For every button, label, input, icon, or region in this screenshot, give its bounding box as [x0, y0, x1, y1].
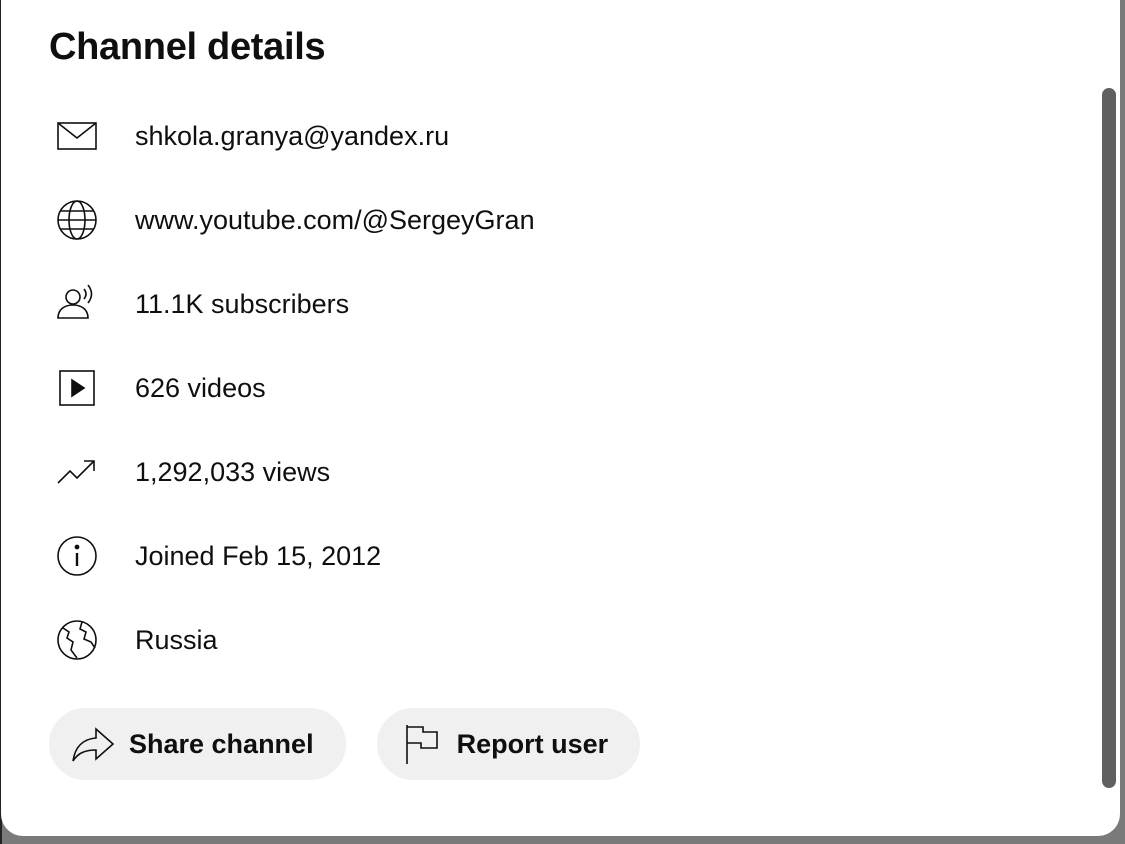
detail-email-text[interactable]: shkola.granya@yandex.ru [135, 121, 449, 152]
detail-joined-text: Joined Feb 15, 2012 [135, 540, 382, 571]
info-icon [49, 532, 111, 580]
detail-country-text: Russia [135, 624, 218, 655]
mail-icon [49, 112, 111, 160]
subscribers-icon [49, 280, 111, 328]
report-user-label: Report user [456, 728, 609, 759]
dialog-title: Channel details [49, 26, 326, 68]
flag-icon [405, 725, 438, 764]
dialog-actions: Share channel Report user [49, 708, 641, 780]
video-play-icon [49, 364, 111, 412]
detail-row-joined: Joined Feb 15, 2012 [49, 514, 535, 598]
detail-row-views: 1,292,033 views [49, 430, 535, 514]
detail-link-text[interactable]: www.youtube.com/@SergeyGran [135, 205, 535, 236]
scrollbar-track[interactable] [1102, 88, 1116, 788]
detail-row-country: Russia [49, 598, 535, 682]
share-icon [72, 727, 115, 762]
share-channel-label: Share channel [129, 728, 314, 759]
globe-icon [49, 196, 111, 244]
channel-details-list: shkola.granya@yandex.ru www.youtube.com/… [49, 94, 535, 682]
detail-row-email: shkola.granya@yandex.ru [49, 94, 535, 178]
detail-row-videos: 626 videos [49, 346, 535, 430]
globe-country-icon [49, 616, 111, 664]
detail-row-subscribers: 11.1K subscribers [49, 262, 535, 346]
detail-row-link: www.youtube.com/@SergeyGran [49, 178, 535, 262]
share-channel-button[interactable]: Share channel [49, 708, 346, 780]
detail-videos-text: 626 videos [135, 372, 266, 403]
channel-details-dialog: Channel details shkola.granya@yandex.ru … [1, 0, 1120, 836]
scrollbar-thumb[interactable] [1102, 88, 1116, 788]
report-user-button[interactable]: Report user [376, 708, 641, 780]
trending-icon [49, 448, 111, 496]
detail-subscribers-text: 11.1K subscribers [135, 288, 350, 319]
detail-views-text: 1,292,033 views [135, 456, 331, 487]
